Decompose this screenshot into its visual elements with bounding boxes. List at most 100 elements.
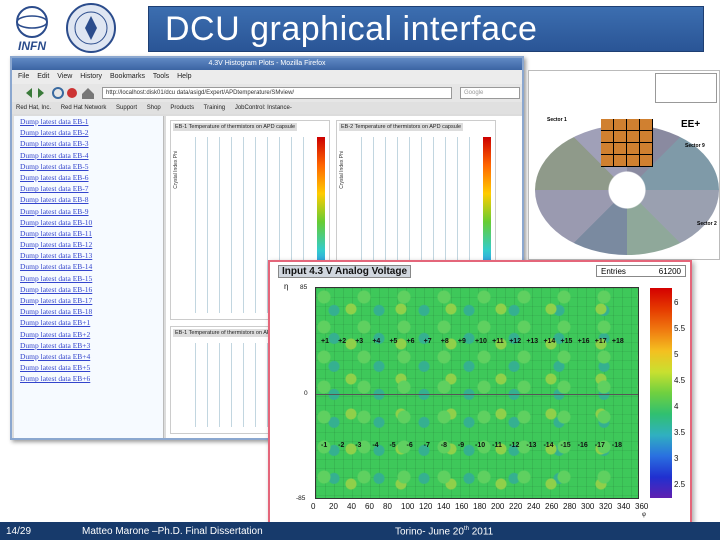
sector-label: Sector 9: [685, 143, 705, 149]
sm-label-top: +6: [406, 338, 415, 345]
slide-header: INFN DCU graphical interface: [0, 0, 720, 56]
zero-line: [316, 394, 638, 395]
dump-link[interactable]: Dump latest data EB-13: [14, 250, 163, 261]
sm-label-top: +16: [577, 338, 590, 345]
dump-link[interactable]: Dump latest data EB-4: [14, 150, 163, 161]
sm-label-bottom: -8: [440, 442, 447, 449]
menu-edit[interactable]: Edit: [37, 73, 49, 80]
footer-place: Torino- June 20th 2011: [395, 526, 493, 537]
nav-buttons: [26, 87, 94, 99]
sm-label-bottom: -18: [611, 442, 622, 449]
bookmark-item[interactable]: Support: [116, 105, 137, 111]
x-tick: 20: [329, 502, 338, 511]
sm-label-bottom: -15: [560, 442, 571, 449]
dump-link[interactable]: Dump latest data EB+6: [14, 373, 163, 384]
dump-link[interactable]: Dump latest data EB-16: [14, 284, 163, 295]
sm-label-top: +11: [492, 338, 504, 345]
colorbar-tick: 5: [674, 350, 679, 359]
menu-bookmarks[interactable]: Bookmarks: [110, 73, 145, 80]
sector-label: Sector 2: [697, 221, 717, 227]
university-seal-icon: [66, 3, 116, 53]
dump-link[interactable]: Dump latest data EB+4: [14, 351, 163, 362]
x-tick: 40: [347, 502, 356, 511]
back-icon[interactable]: [26, 88, 32, 98]
dump-link[interactable]: Dump latest data EB+5: [14, 362, 163, 373]
colorbar-tick: 4: [674, 402, 679, 411]
y-tick: 85: [300, 284, 308, 291]
search-field[interactable]: Google: [460, 87, 520, 99]
reload-icon[interactable]: [52, 87, 64, 99]
x-tick: 180: [473, 502, 487, 511]
endcap-info-box: [655, 73, 717, 103]
dump-link[interactable]: Dump latest data EB-17: [14, 295, 163, 306]
bookmark-item[interactable]: Red Hat Network: [61, 105, 107, 111]
histogram-label: EB-2 Temperature of thermistors on APD c…: [339, 123, 464, 131]
bookmark-item[interactable]: Red Hat, Inc.: [16, 105, 51, 111]
sm-label-top: +12: [509, 338, 522, 345]
sm-label-top: +7: [423, 338, 432, 345]
dump-link[interactable]: Dump latest data EB-14: [14, 261, 163, 272]
endcap-title: EE+: [681, 119, 701, 130]
menu-view[interactable]: View: [57, 73, 72, 80]
dump-link[interactable]: Dump latest data EB+2: [14, 329, 163, 340]
dump-link[interactable]: Dump latest data EB-3: [14, 138, 163, 149]
x-tick: 260: [545, 502, 559, 511]
dump-link[interactable]: Dump latest data EB-15: [14, 273, 163, 284]
sm-label-bottom: -9: [457, 442, 465, 449]
dump-link[interactable]: Dump latest data EB-10: [14, 217, 163, 228]
bookmark-item[interactable]: JobControl: Instance-: [235, 105, 292, 111]
infn-logo-icon: INFN: [16, 6, 48, 52]
forward-icon[interactable]: [38, 88, 44, 98]
sm-label-bottom: -7: [423, 442, 430, 449]
bookmark-item[interactable]: Shop: [147, 105, 161, 111]
colorbar-tick: 3.5: [674, 428, 686, 437]
colorbar-tick: 2.5: [674, 480, 686, 489]
menu-help[interactable]: Help: [177, 73, 191, 80]
dump-link[interactable]: Dump latest data EB-9: [14, 206, 163, 217]
sm-label-bottom: -12: [509, 442, 520, 449]
x-tick: 280: [563, 502, 577, 511]
dump-link[interactable]: Dump latest data EB-12: [14, 239, 163, 250]
dump-link[interactable]: Dump latest data EB-1: [14, 116, 163, 127]
footer: 14/29 Matteo Marone –Ph.D. Final Dissert…: [0, 522, 720, 540]
menu-tools[interactable]: Tools: [153, 73, 169, 80]
sm-label-bottom: -3: [355, 442, 362, 449]
dump-link[interactable]: Dump latest data EB-8: [14, 194, 163, 205]
dump-link[interactable]: Dump latest data EB-11: [14, 228, 163, 239]
logo-text: INFN: [18, 39, 46, 52]
sm-label-bottom: -4: [372, 442, 379, 449]
dump-link[interactable]: Dump latest data EB-7: [14, 183, 163, 194]
footer-author: Matteo Marone –Ph.D. Final Dissertation: [82, 526, 263, 537]
page-number: 14/29: [6, 526, 32, 537]
dump-link[interactable]: Dump latest data EB-6: [14, 172, 163, 183]
stop-icon[interactable]: [67, 88, 77, 98]
y-tick: 0: [304, 390, 308, 397]
sector-label: Sector 1: [547, 117, 567, 123]
sm-label-bottom: -2: [338, 442, 345, 449]
x-tick: 80: [383, 502, 392, 511]
sm-label-bottom: -16: [577, 442, 588, 449]
home-icon[interactable]: [82, 88, 94, 99]
voltage-plot-window[interactable]: Input 4.3 V Analog Voltage Entries 61200…: [268, 260, 692, 524]
dump-link[interactable]: Dump latest data EB-5: [14, 161, 163, 172]
x-tick: 340: [617, 502, 631, 511]
dump-link[interactable]: Dump latest data EB-18: [14, 306, 163, 317]
dump-link[interactable]: Dump latest data EB-2: [14, 127, 163, 138]
bookmark-item[interactable]: Products: [170, 105, 194, 111]
sm-label-top: +9: [457, 338, 466, 345]
dump-link[interactable]: Dump latest data EB+3: [14, 340, 163, 351]
sm-label-top: +15: [560, 338, 573, 345]
entries-value: 61200: [658, 267, 681, 276]
x-tick: 360: [635, 502, 649, 511]
sm-label-bottom: -13: [526, 442, 537, 449]
colorbar-tick: 6: [674, 298, 679, 307]
menu-history[interactable]: History: [80, 73, 102, 80]
url-field[interactable]: http://localhost:disk01/dcu data/asigd/E…: [102, 87, 452, 99]
sm-label-top: +5: [389, 338, 398, 345]
sm-label-top: +18: [611, 338, 624, 345]
menu-file[interactable]: File: [18, 73, 29, 80]
endcap-view[interactable]: Sector 1 Sector 9 Sector 2 EE+: [528, 70, 720, 260]
sm-label-bottom: -14: [543, 442, 554, 449]
bookmark-item[interactable]: Training: [204, 105, 225, 111]
dump-link[interactable]: Dump latest data EB+1: [14, 317, 163, 328]
